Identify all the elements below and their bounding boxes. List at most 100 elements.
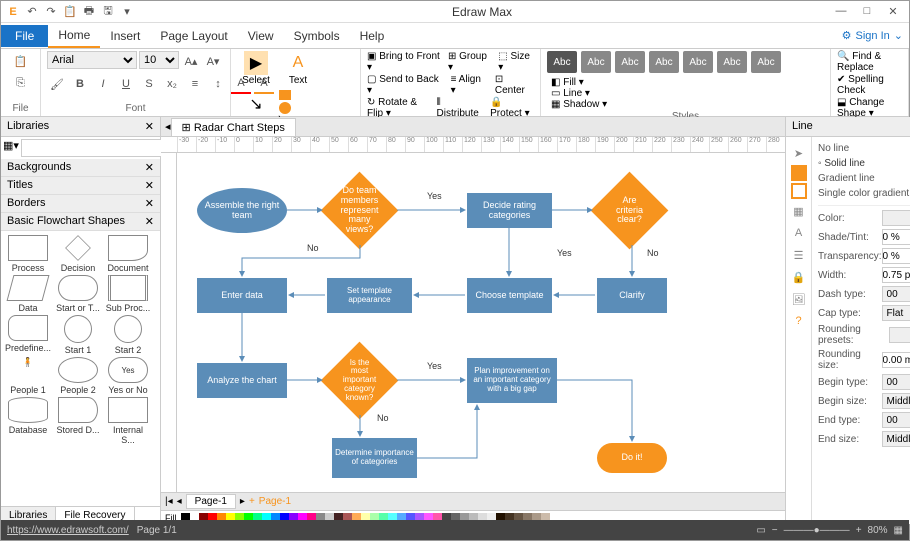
libraries-close-icon[interactable]: ✕ [145, 120, 154, 133]
opt-solid-line[interactable]: ◦ Solid line [818, 156, 910, 171]
opt-no-line[interactable]: No line [818, 141, 910, 156]
begin-type-select[interactable]: 00 [882, 374, 910, 390]
zoom-out-icon[interactable]: − [772, 525, 778, 536]
style-preset-6[interactable]: Abc [717, 51, 747, 73]
spelling-check-button[interactable]: ✔ Spelling Check [837, 74, 902, 96]
node-choose-template[interactable]: Choose template [467, 278, 552, 313]
font-name-select[interactable]: Arial [47, 51, 137, 69]
file-menu[interactable]: File [1, 25, 48, 47]
shape-start1[interactable]: Start 1 [55, 315, 101, 355]
shape-document[interactable]: Document [105, 235, 151, 273]
rounding-presets-select[interactable] [889, 327, 910, 343]
collapse-ribbon-icon[interactable]: ⌄ [894, 29, 903, 42]
size-button[interactable]: ⬚ Size ▾ [498, 51, 534, 73]
format-painter-icon[interactable]: 🖌 [47, 74, 67, 94]
line-spacing-icon[interactable]: ↕ [208, 74, 228, 94]
panel-fill-icon[interactable] [791, 165, 807, 181]
document-tab[interactable]: ⊞ Radar Chart Steps [171, 118, 296, 136]
print-icon[interactable]: 🖶 [81, 4, 97, 20]
line-button[interactable]: ▭ Line ▾ [551, 88, 607, 99]
shape-start2[interactable]: Start 2 [105, 315, 151, 355]
opt-gradient-line[interactable]: Gradient line [818, 171, 910, 186]
page-first-icon[interactable]: |◂ [165, 496, 173, 507]
shape-internal-storage[interactable]: Internal S... [105, 397, 151, 445]
node-important-known[interactable]: Is the most important category known? [332, 353, 387, 408]
rounding-size-input[interactable] [882, 352, 910, 368]
shape-people2[interactable]: People 2 [55, 357, 101, 395]
tab-symbols[interactable]: Symbols [284, 25, 350, 47]
shape-decision[interactable]: Decision [55, 235, 101, 273]
select-tool[interactable]: ▶Select [237, 51, 275, 86]
increase-font-icon[interactable]: A▴ [181, 51, 201, 71]
align-button[interactable]: ≡ Align ▾ [451, 74, 487, 96]
new-icon[interactable]: 📋 [62, 4, 78, 20]
zoom-slider[interactable]: ———●——— [784, 525, 850, 536]
section-close-icon[interactable]: ✕ [145, 161, 154, 174]
view-mode-icon[interactable]: ▦ [894, 525, 903, 536]
text-tool[interactable]: AText [279, 51, 317, 86]
tab-page-layout[interactable]: Page Layout [150, 25, 237, 47]
section-backgrounds[interactable]: Backgrounds [7, 161, 71, 174]
node-assemble-team[interactable]: Assemble the right team [197, 188, 287, 233]
bold-button[interactable]: B [70, 74, 90, 94]
panel-help-icon[interactable]: ? [789, 311, 809, 331]
paste-icon[interactable]: 📋 [11, 51, 31, 71]
node-plan-improvement[interactable]: Plan improvement on an important categor… [467, 358, 557, 403]
style-preset-4[interactable]: Abc [649, 51, 679, 73]
shape-stored-data[interactable]: Stored D... [55, 397, 101, 445]
shape-process[interactable]: Process [5, 235, 51, 273]
change-shape-button[interactable]: ⬓ Change Shape ▾ [837, 97, 902, 119]
bring-front-button[interactable]: ▣ Bring to Front ▾ [367, 51, 440, 73]
color-select[interactable] [882, 210, 910, 226]
style-preset-1[interactable]: Abc [547, 51, 577, 73]
node-set-template[interactable]: Set template appearance [327, 278, 412, 313]
shadow-button[interactable]: ▦ Shadow ▾ [551, 99, 607, 110]
panel-line-icon[interactable] [791, 183, 807, 199]
section-titles[interactable]: Titles [7, 179, 33, 192]
cap-select[interactable]: Flat [882, 305, 910, 321]
node-enter-data[interactable]: Enter data [197, 278, 287, 313]
shape-subprocess[interactable]: Sub Proc... [105, 275, 151, 313]
undo-icon[interactable]: ↶ [24, 4, 40, 20]
panel-lock-icon[interactable]: 🔒 [789, 267, 809, 287]
width-input[interactable] [882, 267, 910, 283]
panel-image-icon[interactable]: 🖼 [789, 289, 809, 309]
style-preset-7[interactable]: Abc [751, 51, 781, 73]
qat-more-icon[interactable]: ▾ [119, 4, 135, 20]
center-button[interactable]: ⊡ Center [495, 74, 534, 96]
italic-button[interactable]: I [93, 74, 113, 94]
opt-single-gradient-line[interactable]: Single color gradient line [818, 186, 910, 201]
dash-select[interactable]: 00 [882, 286, 910, 302]
shape-circle-icon[interactable] [279, 102, 291, 114]
node-criteria-clear[interactable]: Are criteria clear? [602, 183, 657, 238]
tab-insert[interactable]: Insert [100, 25, 150, 47]
node-clarify[interactable]: Clarify [597, 278, 667, 313]
node-team-views[interactable]: Do team members represent many views? [332, 183, 387, 238]
maximize-button[interactable]: □ [855, 5, 879, 18]
add-library-icon[interactable]: ▦▾ [3, 139, 19, 157]
node-analyze-chart[interactable]: Analyze the chart [197, 363, 287, 398]
canvas[interactable]: Assemble the right team Do team members … [177, 153, 785, 492]
library-search-input[interactable] [21, 139, 171, 157]
find-replace-button[interactable]: 🔍 Find & Replace [837, 51, 902, 73]
options-icon[interactable]: ⚙ [842, 29, 852, 42]
end-type-select[interactable]: 00 [882, 412, 910, 428]
style-preset-3[interactable]: Abc [615, 51, 645, 73]
status-url[interactable]: https://www.edrawsoft.com/ [7, 525, 129, 536]
font-size-select[interactable]: 10 [139, 51, 179, 69]
fill-button[interactable]: ◧ Fill ▾ [551, 77, 607, 88]
begin-size-select[interactable]: Middle [882, 393, 910, 409]
redo-icon[interactable]: ↷ [43, 4, 59, 20]
panel-layer-icon[interactable]: ☰ [789, 245, 809, 265]
panel-shadow-icon[interactable]: ▦ [789, 201, 809, 221]
shape-people1[interactable]: 🧍People 1 [5, 357, 51, 395]
shape-start-terminator[interactable]: Start or T... [55, 275, 101, 313]
node-decide-categories[interactable]: Decide rating categories [467, 193, 552, 228]
shade-input[interactable] [882, 229, 910, 245]
bullets-icon[interactable]: ≡ [185, 74, 205, 94]
tab-help[interactable]: Help [350, 25, 395, 47]
shape-yesno[interactable]: YesYes or No [105, 357, 151, 395]
underline-button[interactable]: U [116, 74, 136, 94]
tab-home[interactable]: Home [48, 24, 100, 48]
panel-arrow-icon[interactable]: ➤ [789, 143, 809, 163]
